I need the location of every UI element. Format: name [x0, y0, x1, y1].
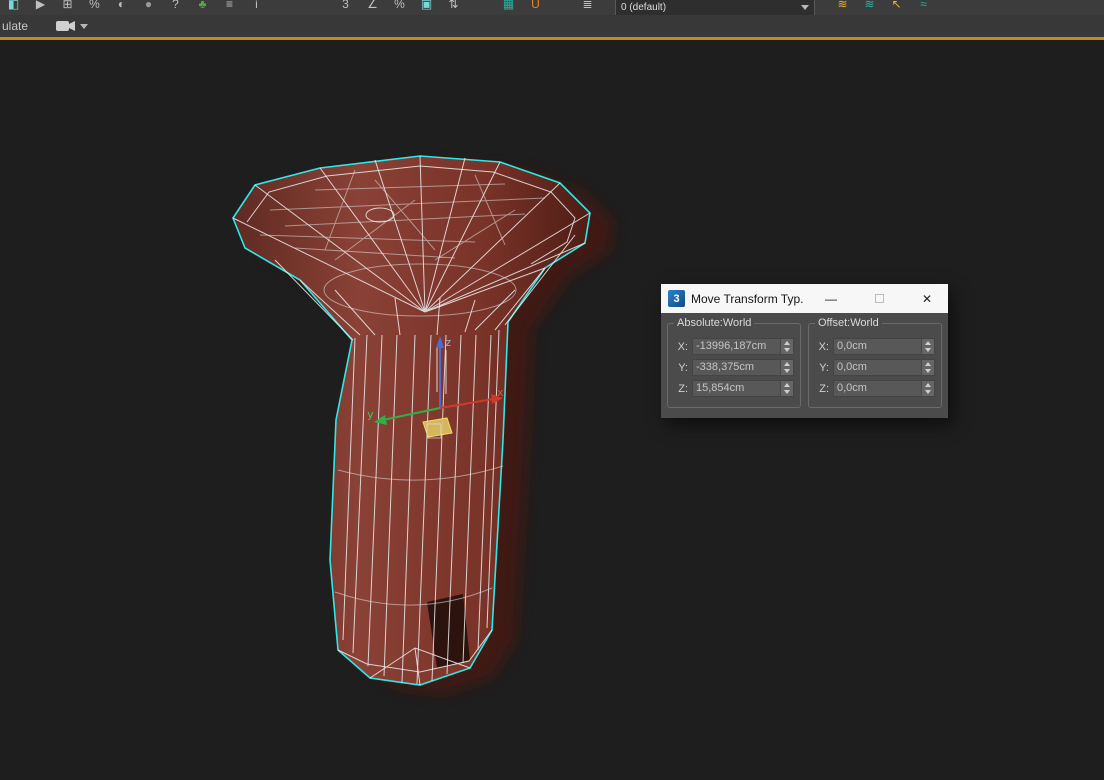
scene-list-icon[interactable]: ≣ [574, 0, 601, 15]
close-button[interactable]: ✕ [906, 284, 948, 313]
box-snap-icon[interactable]: ▣ [413, 0, 440, 15]
offset-world-group: Offset:World X: 0,0cm [808, 323, 942, 408]
transform-row: X: 0,0cm [815, 338, 935, 355]
spinner-down-icon[interactable] [781, 389, 793, 397]
coordinate-value: 0,0cm [834, 360, 921, 375]
toolbar-group-editors: ▦ U [495, 0, 549, 15]
gizmo-y-label: y [367, 408, 374, 421]
spinner-down-icon[interactable] [781, 368, 793, 376]
minimize-button[interactable]: — [810, 284, 852, 313]
axis-label: X: [815, 341, 829, 353]
axis-label: Z: [815, 383, 829, 395]
layers-teal-icon[interactable]: ≋ [856, 0, 883, 15]
move-transform-type-in-dialog: 3 Move Transform Typ... — ✕ Absolute:Wor… [661, 284, 948, 418]
help-icon[interactable]: ? [162, 0, 189, 15]
spinner-up-icon[interactable] [781, 360, 793, 368]
spinner-down-icon[interactable] [781, 347, 793, 355]
pick-cursor-icon[interactable]: ↖ [883, 0, 910, 15]
gizmo-x-label: x [497, 386, 504, 399]
populate-toolbar-label: ulate [2, 19, 28, 33]
dialog-body: Absolute:World X: -13996,187cm [661, 313, 948, 418]
percent-snap-icon[interactable]: % [386, 0, 413, 15]
offset-world-label: Offset:World [815, 317, 882, 329]
gizmo-z-label: z [445, 336, 452, 349]
dialog-title: Move Transform Typ... [691, 292, 804, 306]
axis-label: Z: [674, 383, 688, 395]
toolbar-group-general: ◧ ▶ ⊞ % ◐ ● ? ♣ ≡ i [0, 0, 270, 15]
spinner-up-icon[interactable] [781, 381, 793, 389]
spinner-up-icon[interactable] [922, 360, 934, 368]
secondary-toolbar: ulate [0, 15, 1104, 40]
dialog-title-bar[interactable]: 3 Move Transform Typ... — ✕ [661, 284, 948, 313]
camera-tool-button[interactable] [56, 20, 88, 32]
world-icon[interactable]: ◐ [108, 0, 135, 15]
3dsmax-app-icon: 3 [668, 290, 685, 307]
spinner-snap-icon[interactable]: ⇅ [440, 0, 467, 15]
info-icon[interactable]: i [243, 0, 270, 15]
transform-row: Y: 0,0cm [815, 359, 935, 376]
transform-row: X: -13996,187cm [674, 338, 794, 355]
snap-3d-icon[interactable]: 3 [332, 0, 359, 15]
value-spinner[interactable] [921, 381, 934, 396]
toolbar-group-right: ≋ ≋ ↖ ≈ [829, 0, 937, 15]
transform-row: Z: 0,0cm [815, 380, 935, 397]
3dsmax-window: ◧ ▶ ⊞ % ◐ ● ? ♣ ≡ i [0, 0, 1104, 780]
sphere-icon[interactable]: ● [135, 0, 162, 15]
spinner-up-icon[interactable] [922, 381, 934, 389]
layer-stack-yellow-icon[interactable]: ≋ [829, 0, 856, 15]
coordinate-field[interactable]: 0,0cm [833, 380, 935, 397]
angle-snap-icon[interactable]: ∠ [359, 0, 386, 15]
coordinate-value: -338,375cm [693, 360, 780, 375]
spinner-down-icon[interactable] [922, 347, 934, 355]
transform-row: Y: -338,375cm [674, 359, 794, 376]
axis-label: Y: [815, 362, 829, 374]
chevron-down-icon [80, 24, 88, 29]
coordinate-value: 0,0cm [834, 381, 921, 396]
absolute-world-label: Absolute:World [674, 317, 754, 329]
uv-editor-icon[interactable]: U [522, 0, 549, 15]
spinner-up-icon[interactable] [922, 339, 934, 347]
chevron-down-icon [801, 5, 809, 10]
spinner-down-icon[interactable] [922, 368, 934, 376]
value-spinner[interactable] [921, 339, 934, 354]
value-spinner[interactable] [780, 360, 793, 375]
coordinate-value: -13996,187cm [693, 339, 780, 354]
camera-icon [56, 20, 76, 32]
coordinate-field[interactable]: -13996,187cm [692, 338, 794, 355]
toolbar-group-scene: ≣ [574, 0, 601, 15]
slate-editor-cube-icon[interactable]: ▦ [495, 0, 522, 15]
value-spinner[interactable] [780, 339, 793, 354]
maximize-icon [875, 294, 884, 303]
foliage-icon[interactable]: ♣ [189, 0, 216, 15]
list-icon[interactable]: ≡ [216, 0, 243, 15]
transform-row: Z: 15,854cm [674, 380, 794, 397]
coordinate-field[interactable]: 15,854cm [692, 380, 794, 397]
curves-icon[interactable]: ≈ [910, 0, 937, 15]
coordinate-value: 15,854cm [693, 381, 780, 396]
value-spinner[interactable] [921, 360, 934, 375]
coordinate-value: 0,0cm [834, 339, 921, 354]
coordinate-field[interactable]: 0,0cm [833, 338, 935, 355]
axis-label: X: [674, 341, 688, 353]
selection-set-value: 0 (default) [621, 2, 801, 13]
value-spinner[interactable] [780, 381, 793, 396]
toolbar-group-snaps: 3 ∠ % ▣ ⇅ [332, 0, 467, 15]
spinner-down-icon[interactable] [922, 389, 934, 397]
maximize-button[interactable] [858, 284, 900, 313]
absolute-world-group: Absolute:World X: -13996,187cm [667, 323, 801, 408]
main-toolbar: ◧ ▶ ⊞ % ◐ ● ? ♣ ≡ i [0, 0, 1104, 15]
percent-icon[interactable]: % [81, 0, 108, 15]
grid-add-icon[interactable]: ⊞ [54, 0, 81, 15]
spinner-up-icon[interactable] [781, 339, 793, 347]
coordinate-field[interactable]: -338,375cm [692, 359, 794, 376]
column-model-render: z x y [175, 140, 645, 740]
viewport-layout-icon[interactable]: ◧ [0, 0, 27, 15]
axis-label: Y: [674, 362, 688, 374]
play-animation-icon[interactable]: ▶ [27, 0, 54, 15]
selection-set-dropdown[interactable]: 0 (default) [615, 0, 815, 15]
coordinate-field[interactable]: 0,0cm [833, 359, 935, 376]
